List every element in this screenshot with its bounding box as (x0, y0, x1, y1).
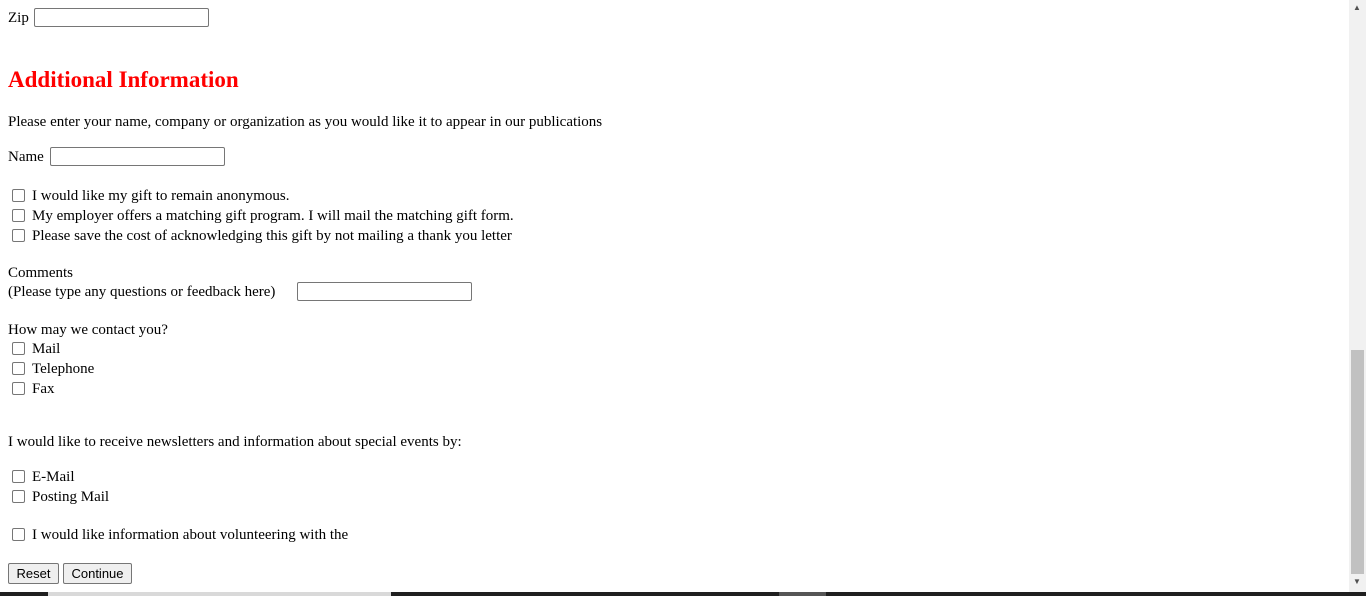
taskbar-segment (779, 592, 826, 596)
contact-telephone-label: Telephone (32, 361, 95, 377)
volunteer-label: I would like information about volunteer… (32, 527, 349, 543)
intro-text: Please enter your name, company or organ… (8, 114, 603, 130)
newsletter-email-checkbox[interactable] (12, 470, 25, 483)
contact-fax-checkbox[interactable] (12, 382, 25, 395)
contact-question: How may we contact you? (8, 322, 168, 338)
vertical-scrollbar[interactable]: ▲ ▼ (1349, 0, 1366, 592)
contact-mail-checkbox[interactable] (12, 342, 25, 355)
matching-gift-label: My employer offers a matching gift progr… (32, 208, 514, 224)
reset-button[interactable]: Reset (8, 563, 59, 584)
section-heading: Additional Information (8, 67, 239, 92)
zip-input[interactable] (34, 8, 209, 27)
contact-mail-label: Mail (32, 341, 61, 357)
form-page: Zip Additional Information Please enter … (0, 0, 1349, 592)
scroll-down-arrow-icon[interactable]: ▼ (1353, 578, 1361, 586)
matching-gift-checkbox[interactable] (12, 209, 25, 222)
continue-button[interactable]: Continue (63, 563, 132, 584)
no-thank-you-letter-label: Please save the cost of acknowledging th… (32, 228, 512, 244)
comments-hint: (Please type any questions or feedback h… (8, 284, 276, 300)
taskbar-segment (48, 592, 391, 596)
name-input[interactable] (50, 147, 225, 166)
comments-label: Comments (8, 265, 74, 281)
no-thank-you-letter-checkbox[interactable] (12, 229, 25, 242)
anonymous-label: I would like my gift to remain anonymous… (32, 188, 290, 204)
taskbar-strip (0, 592, 1366, 596)
newsletter-posting-mail-checkbox[interactable] (12, 490, 25, 503)
comments-input[interactable] (297, 282, 472, 301)
name-label: Name (8, 149, 44, 165)
volunteer-checkbox[interactable] (12, 528, 25, 541)
scroll-up-arrow-icon[interactable]: ▲ (1353, 4, 1361, 12)
anonymous-checkbox[interactable] (12, 189, 25, 202)
newsletter-email-label: E-Mail (32, 469, 75, 485)
contact-fax-label: Fax (32, 381, 55, 397)
newsletter-posting-mail-label: Posting Mail (32, 489, 110, 505)
zip-label: Zip (8, 10, 29, 26)
newsletter-question: I would like to receive newsletters and … (8, 434, 462, 450)
contact-telephone-checkbox[interactable] (12, 362, 25, 375)
scrollbar-thumb[interactable] (1351, 350, 1364, 574)
